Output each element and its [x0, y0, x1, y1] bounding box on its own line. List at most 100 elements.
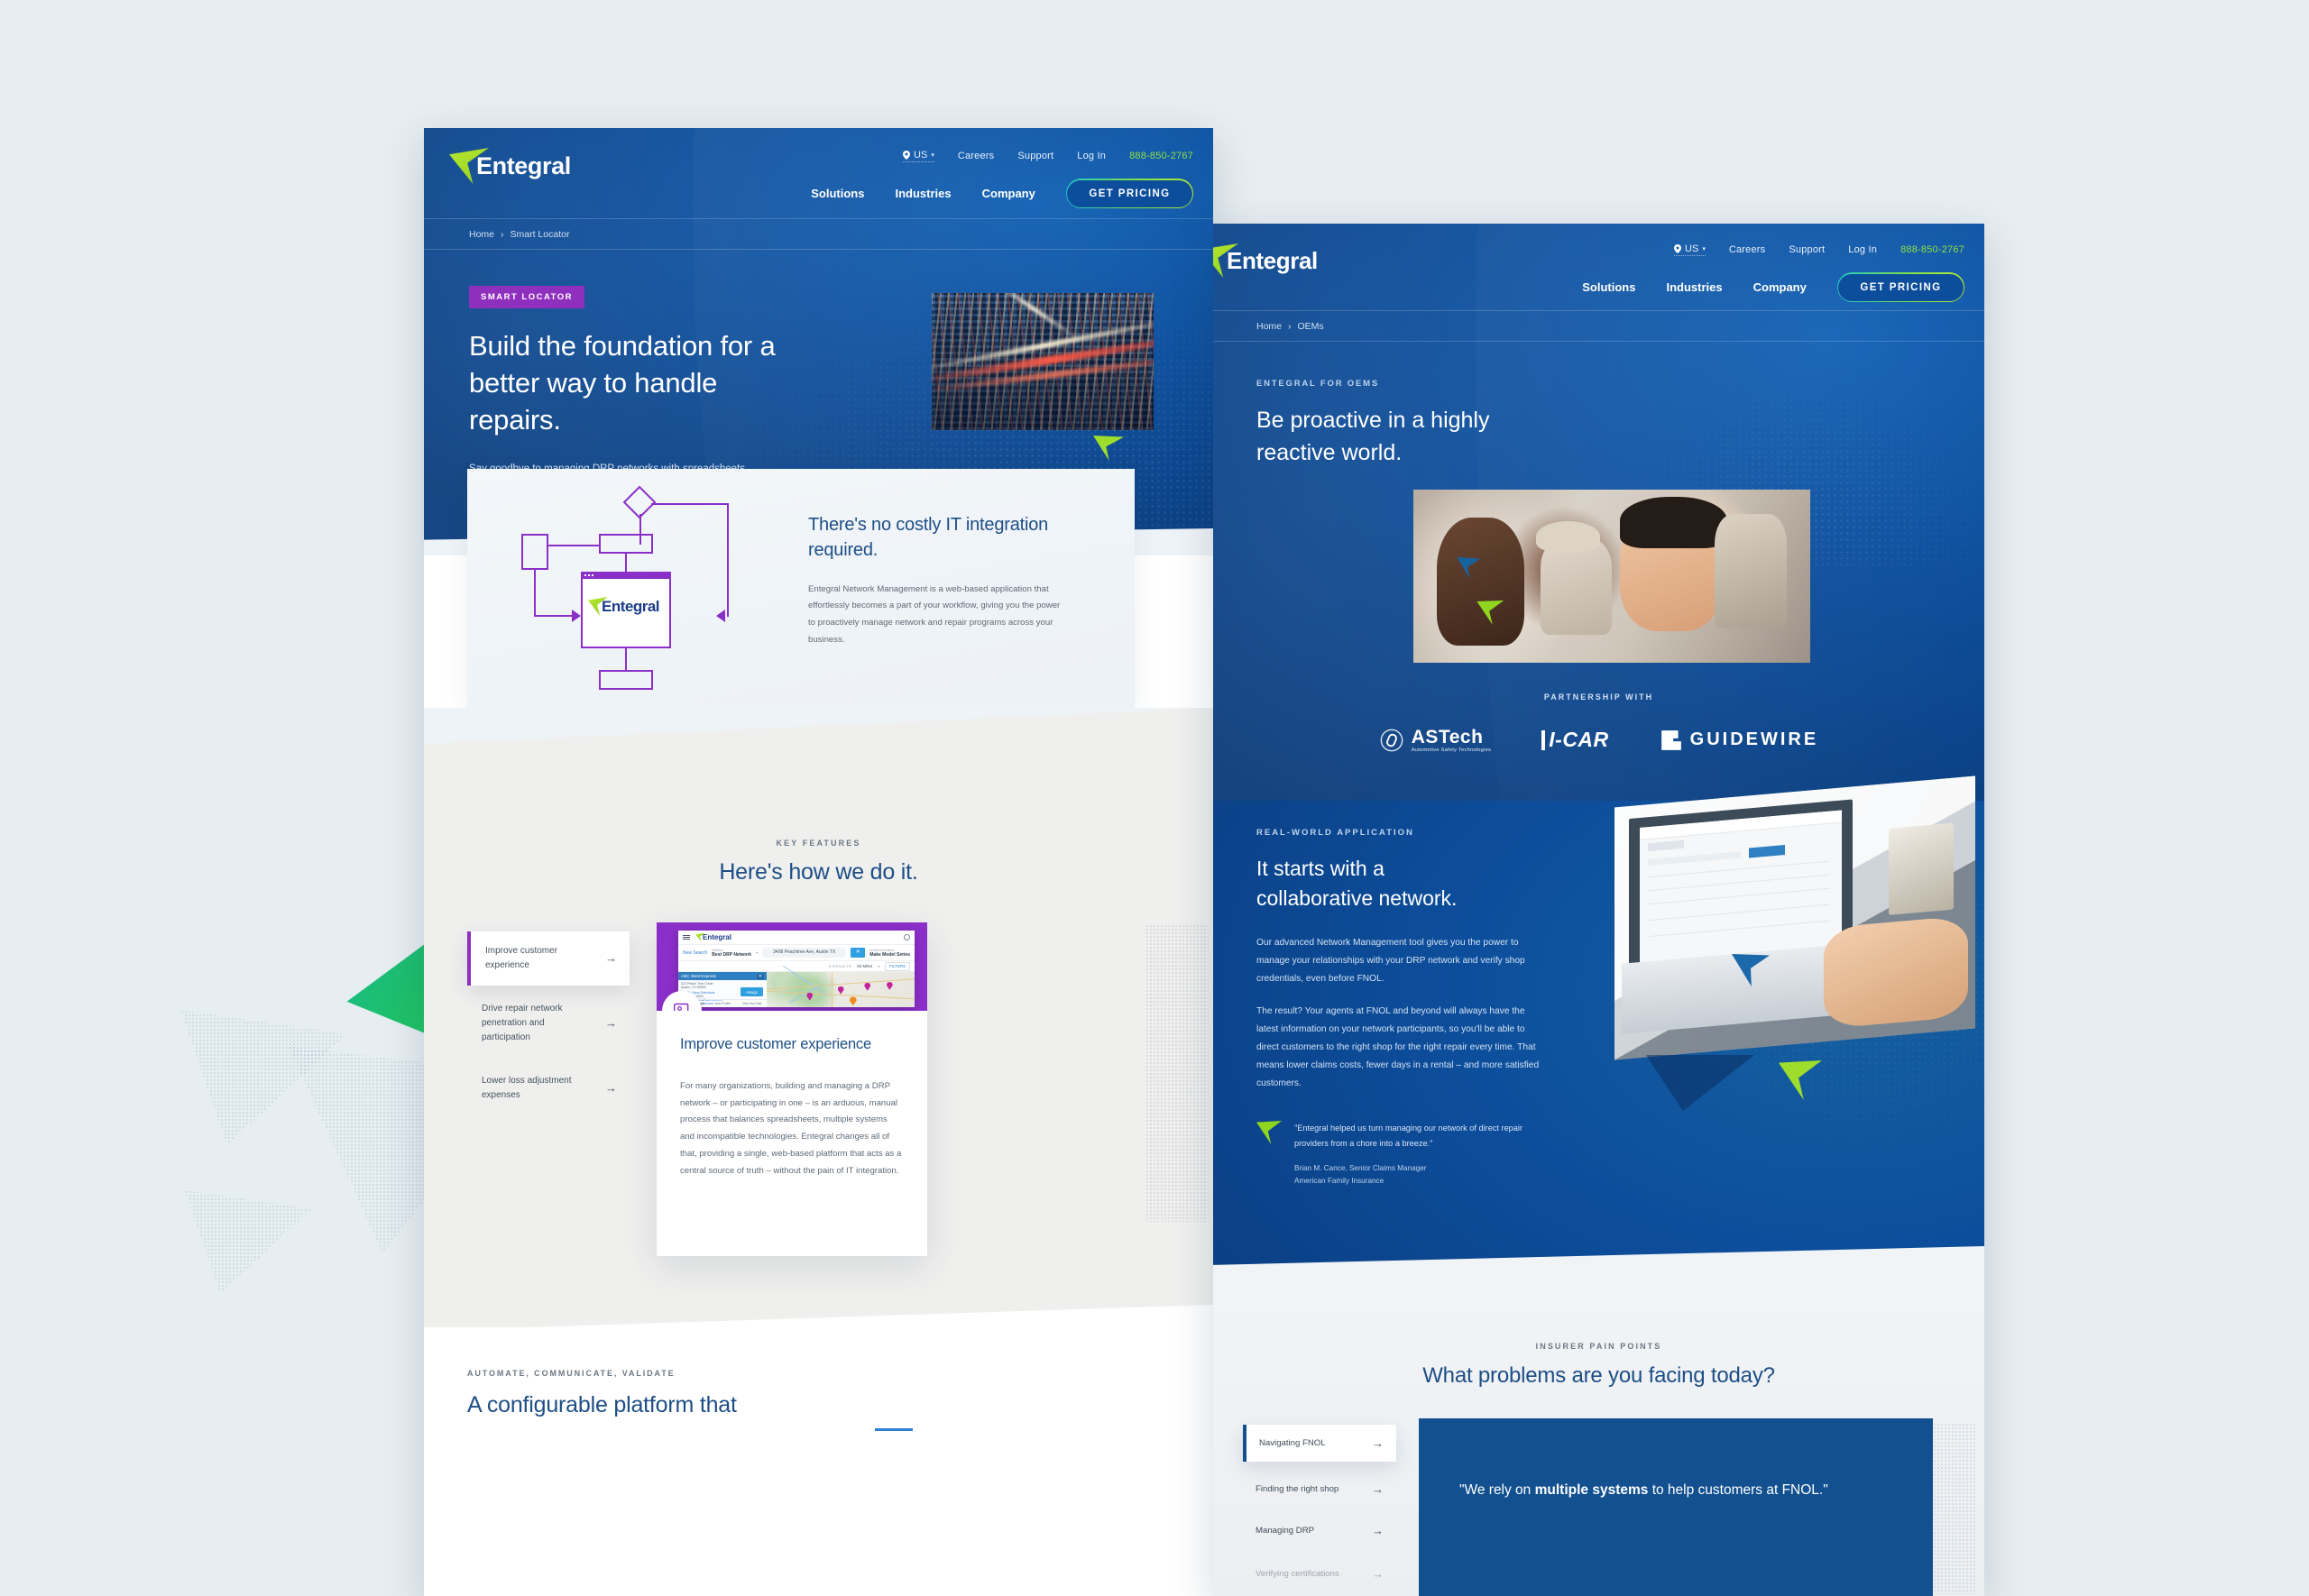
nav-solutions[interactable]: Solutions [811, 187, 864, 200]
dotted-triangle-decor-3 [185, 1190, 311, 1294]
chevron-down-icon: ▾ [931, 152, 934, 159]
testimonial-quote: "Entegral helped us turn managing our ne… [1294, 1124, 1522, 1149]
breadcrumb-home[interactable]: Home [1256, 321, 1282, 332]
painpoint-tab-label: Finding the right shop [1256, 1484, 1339, 1494]
geo-selector[interactable]: US ▾ [903, 150, 934, 162]
nav-solutions[interactable]: Solutions [1582, 280, 1635, 294]
feature-tab-label: Improve customer experience [485, 946, 558, 970]
nav-company[interactable]: Company [982, 187, 1035, 200]
assign-label: Assign [746, 989, 758, 995]
screenshot-canvas: Entegral US ▾ Careers Support Log In 888… [0, 0, 2309, 1596]
painpoint-quote: "We rely on multiple systems to help cus… [1459, 1480, 1847, 1502]
arrow-right-icon: → [1372, 1524, 1384, 1537]
map-pin-icon[interactable] [864, 982, 871, 991]
integration-section: Entegral There's no costly IT integratio… [467, 469, 1135, 708]
nav-industries[interactable]: Industries [1666, 280, 1722, 294]
partnership-label: PARTNERSHIP WITH [1543, 693, 1654, 702]
partnership-block: PARTNERSHIP WITH ASTech Automotive Safet… [1213, 693, 1984, 753]
page-oems: Entegral US ▾ Careers Support Log In 888… [1213, 224, 1984, 1596]
get-pricing-label: GET PRICING [1067, 179, 1192, 207]
feature-tab-label: Lower loss adjustment expenses [482, 1076, 572, 1100]
painpoint-tab-navigating-fnol[interactable]: Navigating FNOL → [1243, 1425, 1396, 1462]
address-value: 3408 Peachtree Ave, Austin TX [773, 949, 836, 955]
nav-support[interactable]: Support [1017, 151, 1053, 161]
chevron-down-icon[interactable]: ▾ [878, 964, 879, 968]
integration-copy: There's no costly IT integration require… [808, 512, 1079, 649]
map-pin-icon-selected[interactable] [849, 996, 857, 1006]
breadcrumb: Home › OEMs [1256, 321, 1324, 332]
diagram-entegral-logo: Entegral [588, 597, 660, 616]
painpoints-eyebrow: INSURER PAIN POINTS [1535, 1342, 1662, 1351]
nav-company[interactable]: Company [1753, 280, 1807, 294]
main-nav: Solutions Industries Company GET PRICING [811, 179, 1193, 208]
radius-select[interactable]: 50 Miles [857, 964, 872, 968]
nav-careers[interactable]: Careers [958, 151, 995, 161]
hero2-kicker: ENTEGRAL FOR OEMS [1256, 379, 1379, 389]
hero-image-city-highway [932, 293, 1154, 430]
nav-phone[interactable]: 888-850-2767 [1129, 151, 1193, 161]
location-pin-icon [1674, 244, 1682, 253]
realworld-body-1: Our advanced Network Management tool giv… [1256, 938, 1525, 985]
assign-button[interactable]: Assign [741, 987, 763, 996]
feature-tab-drive-repair-network[interactable]: Drive repair network penetration and par… [467, 995, 630, 1052]
page1-bottom-section: AUTOMATE, COMMUNICATE, VALIDATE A config… [424, 1327, 1213, 1596]
close-icon[interactable]: ✕ [756, 973, 764, 979]
logo[interactable]: Entegral [1213, 243, 1318, 278]
hamburger-menu-icon[interactable] [683, 933, 690, 941]
shop-tab-view-profile[interactable]: View Profile [708, 1000, 738, 1007]
chevron-down-icon[interactable]: ▾ [756, 950, 758, 955]
address-input[interactable]: 3408 Peachtree Ave, Austin TX [762, 948, 847, 958]
get-pricing-button[interactable]: GET PRICING [1065, 179, 1193, 208]
arrow-right-icon: → [1372, 1567, 1384, 1581]
feature-card-body: For many organizations, building and man… [680, 1081, 902, 1176]
integration-body: Entegral Network Management is a web-bas… [808, 583, 1061, 645]
feature-tab-lower-loss-adjustment[interactable]: Lower loss adjustment expenses → [467, 1067, 630, 1110]
shop-tab-view-key-data[interactable]: View Key Data [737, 1000, 767, 1007]
new-search-link[interactable]: New Search [683, 950, 707, 956]
nav-login[interactable]: Log In [1077, 151, 1106, 161]
partner-name-astech: ASTech [1411, 727, 1484, 748]
painpoint-tab-managing-drp[interactable]: Managing DRP → [1243, 1517, 1396, 1545]
painpoint-quote-pre: "We rely on [1459, 1482, 1535, 1498]
user-avatar-icon[interactable] [904, 934, 910, 940]
feature-card-copy: Improve customer experience For many org… [680, 1036, 904, 1179]
map-pin-icon[interactable] [806, 992, 814, 1001]
feature-tab-improve-customer-experience[interactable]: Improve customer experience → [467, 931, 630, 986]
dotted-texture-behind-card [1145, 924, 1209, 1222]
filters-button[interactable]: FILTERS [885, 961, 910, 971]
map-pin-icon[interactable] [837, 986, 844, 995]
features-eyebrow: KEY FEATURES [776, 839, 861, 848]
painpoint-tab-label: Verifying certifications [1256, 1569, 1339, 1579]
arrow-right-icon: → [605, 950, 617, 965]
arrow-right-icon: → [605, 1015, 617, 1030]
breadcrumb-current: OEMs [1297, 321, 1324, 332]
network-value: Best DRP Network [712, 951, 752, 958]
painpoint-tab-verifying-certifications[interactable]: Verifying certifications → [1243, 1560, 1396, 1588]
page2-hero: Entegral US ▾ Careers Support Log In 888… [1213, 224, 1984, 801]
painpoint-quote-post: to help customers at FNOL." [1648, 1482, 1828, 1498]
logo-wordmark: Entegral [476, 151, 571, 179]
astech-mark-icon [1380, 729, 1403, 751]
clear-search-button[interactable]: ✕ [851, 948, 866, 958]
nav-industries[interactable]: Industries [895, 187, 951, 200]
geo-selector[interactable]: US ▾ [1674, 243, 1706, 256]
geo-label: US [1685, 243, 1699, 254]
nav-login[interactable]: Log In [1848, 244, 1877, 255]
testimonial: "Entegral helped us turn managing our ne… [1256, 1121, 1563, 1188]
nav-support[interactable]: Support [1789, 244, 1825, 255]
map-pin-icon[interactable] [886, 981, 893, 990]
realworld-kicker: REAL-WORLD APPLICATION [1256, 828, 1414, 838]
painpoint-quote-card: "We rely on multiple systems to help cus… [1419, 1418, 1933, 1596]
map-canvas[interactable] [767, 965, 915, 1007]
geo-label: US [914, 150, 928, 161]
nav-phone[interactable]: 888-850-2767 [1900, 244, 1964, 255]
breadcrumb-home[interactable]: Home [469, 229, 494, 240]
nav-careers[interactable]: Careers [1729, 244, 1766, 255]
logo[interactable]: Entegral [449, 148, 571, 184]
quote-mark-icon [1256, 1121, 1282, 1144]
feature-tab-label: Drive repair network penetration and par… [482, 1004, 563, 1042]
painpoint-quote-bold: multiple systems [1534, 1482, 1649, 1498]
integration-title: There's no costly IT integration require… [808, 515, 1049, 561]
get-pricing-button[interactable]: GET PRICING [1836, 272, 1964, 302]
painpoint-tab-finding-the-right-shop[interactable]: Finding the right shop → [1243, 1475, 1396, 1503]
